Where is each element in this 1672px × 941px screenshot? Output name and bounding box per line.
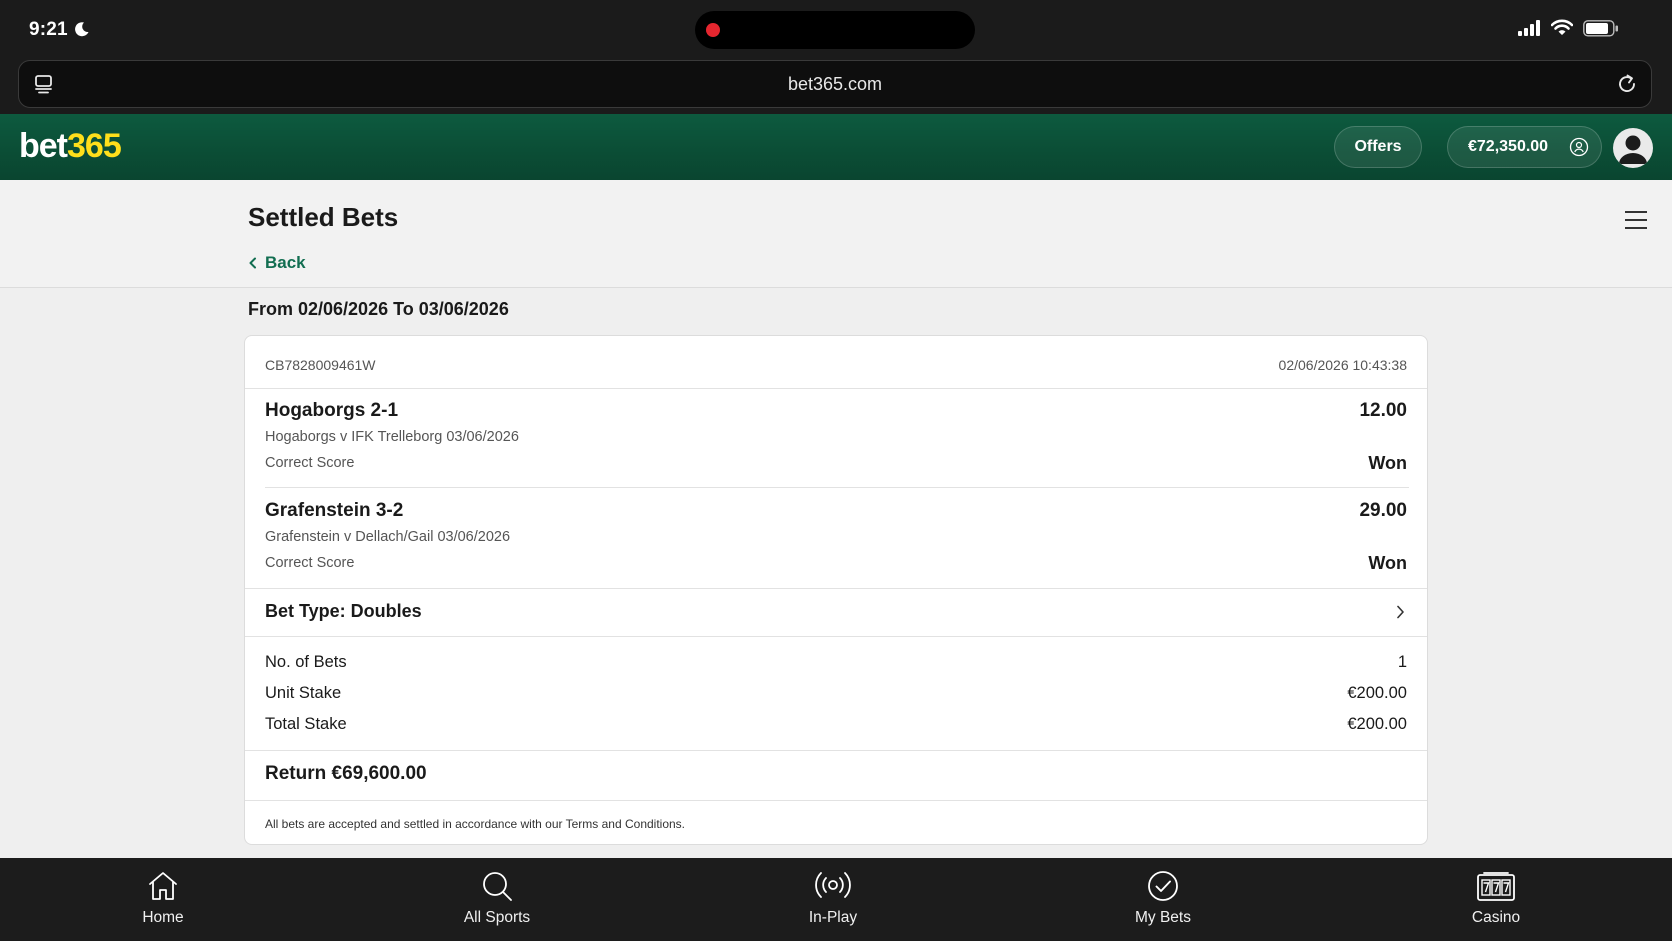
details-value: €200.00 xyxy=(1347,684,1407,702)
battery-icon xyxy=(1583,20,1618,37)
selection-result: Won xyxy=(1368,453,1407,473)
date-range-heading: From 02/06/2026 To 03/06/2026 xyxy=(248,299,509,319)
nav-label: My Bets xyxy=(1135,909,1191,926)
nav-casino[interactable]: Casino xyxy=(1426,858,1566,941)
details-label: No. of Bets xyxy=(265,653,347,671)
nav-label: Casino xyxy=(1471,909,1521,926)
recording-indicator-icon xyxy=(706,23,720,37)
wifi-icon xyxy=(1551,19,1573,35)
bottom-navigation: Home All Sports In-Play My Bets Casino xyxy=(0,858,1672,941)
nav-home[interactable]: Home xyxy=(93,858,233,941)
selection-result: Won xyxy=(1368,553,1407,573)
terms-notice: All bets are accepted and settled in acc… xyxy=(265,817,686,831)
selection-odds: 29.00 xyxy=(1359,500,1407,521)
logo-text-365: 365 xyxy=(67,127,122,165)
account-balance-icon xyxy=(1569,137,1589,157)
url-text[interactable]: bet365.com xyxy=(19,74,1651,95)
divider xyxy=(245,636,1427,637)
nav-in-play[interactable]: In-Play xyxy=(763,858,903,941)
slot-machine-icon xyxy=(1477,872,1515,901)
selection-title: Grafenstein 3-2 xyxy=(265,500,404,521)
user-avatar-icon[interactable] xyxy=(1613,128,1653,168)
nav-my-bets[interactable]: My Bets xyxy=(1093,858,1233,941)
logo-text-bet: bet xyxy=(19,127,68,165)
status-time: 9:21 xyxy=(29,19,68,40)
selection-fixture: Grafenstein v Dellach/Gail 03/06/2026 xyxy=(265,529,511,545)
back-label: Back xyxy=(265,253,306,272)
checkmark-circle-icon xyxy=(1148,871,1178,901)
selection-fixture: Hogaborgs v IFK Trelleborg 03/06/2026 xyxy=(265,429,519,445)
back-link[interactable]: Back xyxy=(248,253,306,273)
bet-type-label: Bet Type: Doubles xyxy=(265,601,422,621)
nav-all-sports[interactable]: All Sports xyxy=(427,858,567,941)
nav-label: In-Play xyxy=(808,909,858,926)
offers-button[interactable]: Offers xyxy=(1334,126,1422,168)
search-icon xyxy=(483,872,512,901)
divider xyxy=(245,750,1427,751)
page-header: Settled Bets Back xyxy=(0,180,1672,288)
hamburger-menu-icon[interactable] xyxy=(1624,210,1648,230)
address-bar[interactable]: bet365.com xyxy=(18,60,1652,108)
status-bar: 9:21 xyxy=(0,0,1672,58)
details-label: Unit Stake xyxy=(265,684,342,702)
details-label: Total Stake xyxy=(265,715,347,733)
bet-card[interactable]: CB7828009461W 02/06/2026 10:43:38 Hogabo… xyxy=(244,335,1428,845)
bet-type-row[interactable]: Bet Type: Doubles xyxy=(245,589,1427,635)
divider xyxy=(245,388,1427,389)
divider xyxy=(245,800,1427,801)
bet-reference: CB7828009461W xyxy=(265,357,376,373)
divider xyxy=(265,487,1409,488)
cellular-signal-icon xyxy=(1518,20,1540,36)
selection-title: Hogaborgs 2-1 xyxy=(265,400,399,421)
balance-button[interactable]: €72,350.00 xyxy=(1447,126,1602,168)
nav-label: Home xyxy=(142,909,184,926)
selection-market: Correct Score xyxy=(265,455,355,471)
chevron-right-icon xyxy=(1397,605,1404,619)
bet365-logo[interactable]: bet365 xyxy=(19,127,122,166)
nav-label: All Sports xyxy=(463,909,531,926)
selection-odds: 12.00 xyxy=(1359,400,1407,421)
reload-icon[interactable] xyxy=(1616,73,1638,95)
bet-timestamp: 02/06/2026 10:43:38 xyxy=(1278,357,1407,373)
details-value: 1 xyxy=(1397,653,1407,671)
live-broadcast-icon xyxy=(815,872,851,898)
site-header: bet365 Offers €72,350.00 xyxy=(0,114,1672,180)
balance-amount: €72,350.00 xyxy=(1468,138,1549,155)
selection-market: Correct Score xyxy=(265,555,355,571)
dynamic-island xyxy=(695,11,975,49)
details-value: €200.00 xyxy=(1347,715,1407,733)
browser-chrome: bet365.com xyxy=(0,58,1672,114)
home-icon xyxy=(149,872,177,900)
return-amount: Return €69,600.00 xyxy=(265,763,427,784)
moon-icon xyxy=(75,22,89,37)
chevron-left-icon xyxy=(249,257,256,269)
page-title: Settled Bets xyxy=(248,202,399,232)
